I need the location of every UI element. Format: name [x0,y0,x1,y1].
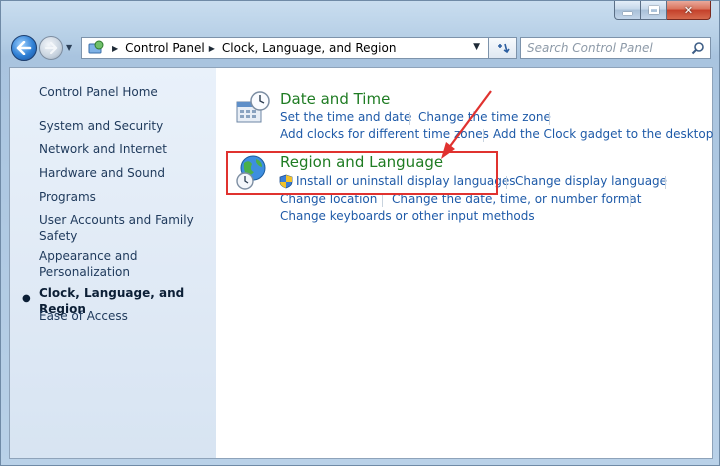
back-arrow-icon [16,41,32,55]
content-area: Control Panel Home System and Security N… [9,67,713,459]
category-title-date-time[interactable]: Date and Time [280,90,390,108]
sidebar-item-ease-of-access[interactable]: Ease of Access [39,308,128,324]
maximize-button[interactable] [641,1,667,20]
current-page-bullet-icon: ● [22,293,31,304]
clock-calendar-icon[interactable] [235,90,271,126]
link-separator [506,176,507,189]
sidebar-item-system-security[interactable]: System and Security [39,118,163,134]
sidebar-item-programs[interactable]: Programs [39,189,96,205]
sidebar-item-network-internet[interactable]: Network and Internet [39,141,167,157]
main-panel: Date and Time Set the time and date Chan… [216,68,713,458]
maximize-icon [648,6,659,14]
link-set-time-date[interactable]: Set the time and date [280,110,411,124]
sidebar-item-hardware-sound[interactable]: Hardware and Sound [39,165,165,181]
control-panel-icon [88,40,104,54]
link-separator [549,112,550,125]
breadcrumb-separator-icon: ▶ [208,43,215,53]
breadcrumb-clock-language-region[interactable]: Clock, Language, and Region [222,41,397,55]
forward-arrow-icon [44,42,58,54]
minimize-icon [623,11,632,15]
breadcrumb-separator-icon: ▶ [112,43,119,53]
search-placeholder: Search Control Panel [527,41,653,55]
search-box[interactable]: Search Control Panel [520,37,711,59]
refresh-icon [497,43,510,54]
annotation-highlight-box [226,151,498,195]
window-frame: ✕ ▼ ▶ Control Panel ▶ Clock, Language, a… [0,0,720,466]
link-separator [665,176,666,189]
sidebar-item-appearance[interactable]: Appearance and Personalization [39,248,159,280]
breadcrumb-control-panel[interactable]: Control Panel [125,41,205,55]
link-separator [382,194,383,207]
close-icon: ✕ [683,3,694,17]
refresh-button[interactable] [489,37,517,59]
search-icon[interactable] [691,41,705,55]
close-button[interactable]: ✕ [667,1,711,20]
caption-buttons: ✕ [614,1,711,21]
link-separator [630,194,631,207]
forward-button[interactable] [39,36,63,60]
link-separator [409,112,410,125]
minimize-button[interactable] [614,1,641,20]
address-bar[interactable]: ▶ Control Panel ▶ Clock, Language, and R… [81,37,489,59]
back-button[interactable] [11,35,37,61]
link-separator [483,129,484,142]
link-add-clocks[interactable]: Add clocks for different time zones [280,127,489,141]
recent-pages-dropdown[interactable]: ▼ [66,43,72,52]
link-change-keyboards[interactable]: Change keyboards or other input methods [280,209,535,223]
link-add-clock-gadget[interactable]: Add the Clock gadget to the desktop [493,127,713,141]
sidebar: Control Panel Home System and Security N… [10,68,216,458]
sidebar-item-home[interactable]: Control Panel Home [39,84,158,100]
sidebar-item-user-accounts[interactable]: User Accounts and Family Safety [39,212,199,244]
navigation-bar: ▼ ▶ Control Panel ▶ Clock, Language, and… [9,34,713,62]
link-change-time-zone[interactable]: Change the time zone [418,110,551,124]
address-dropdown-icon[interactable]: ▼ [473,42,480,52]
link-change-display-language[interactable]: Change display language [515,174,667,188]
